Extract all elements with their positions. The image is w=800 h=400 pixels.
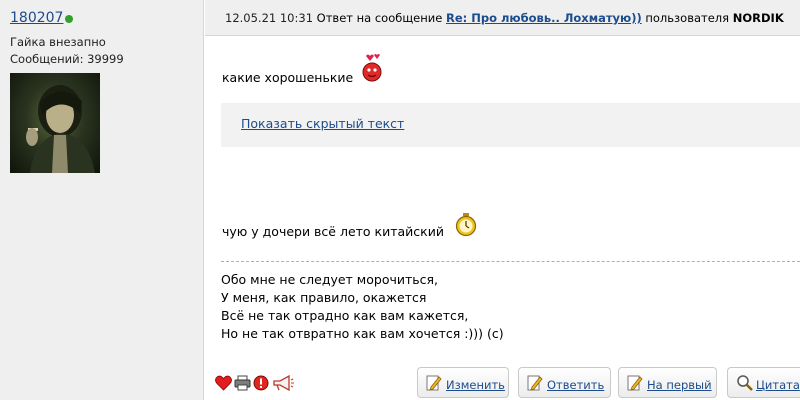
edit-button[interactable]: Изменить [417,367,509,398]
avatar[interactable] [10,73,100,173]
reply-to-link[interactable]: Re: Про любовь.. Лохматую)) [446,11,642,25]
signature-line: Но не так отвратно как вам хочется :))) … [221,326,504,341]
clock-smiley-icon [455,213,477,241]
post-text-line-2: чую у дочери всё лето китайский [222,224,444,239]
signature: Обо мне не следует морочиться, У меня, к… [221,271,504,343]
to-first-button-label: На первый [647,378,712,392]
user-prefix: пользователя [645,11,730,25]
warning-icon[interactable] [253,375,269,395]
show-hidden-text-link[interactable]: Показать скрытый текст [241,116,404,131]
megaphone-icon[interactable] [272,374,294,395]
to-first-button[interactable]: На первый [618,367,717,398]
quote-icon [736,374,754,395]
reply-prefix: Ответ на сообщение [316,11,443,25]
signature-line: Всё не так отрадно как вам кажется, [221,308,469,323]
love-smiley-icon [360,53,384,87]
user-title: Гайка внезапно [10,35,106,49]
edit-button-label: Изменить [446,378,505,392]
signature-divider [221,261,800,262]
post-header: 12.05.21 10:31 Ответ на сообщение Re: Пр… [205,0,800,36]
to-first-icon [627,374,643,395]
user-post-count: Сообщений: 39999 [10,52,124,66]
reply-button-label: Ответить [547,378,605,392]
signature-line: Обо мне не следует морочиться, [221,272,438,287]
heart-icon[interactable] [215,375,232,395]
reply-button[interactable]: Ответить [518,367,611,398]
print-icon[interactable] [234,375,251,395]
user-panel: 180207 Гайка внезапно Сообщений: 39999 [0,0,204,400]
signature-line: У меня, как правило, окажется [221,290,427,305]
post-actions-bar: Изменить Ответить На первый Цитата [205,367,800,400]
reply-author: NORDIK [732,11,784,25]
post-text-line-1: какие хорошенькие [222,70,354,85]
reply-icon [527,374,543,395]
username-link[interactable]: 180207 [10,10,63,26]
spoiler-box: Показать скрытый текст [221,103,800,147]
quote-button-label: Цитата [756,378,800,392]
edit-icon [426,374,442,395]
post-datetime: 12.05.21 10:31 [225,11,314,25]
quote-button[interactable]: Цитата [727,367,800,398]
online-status-icon [65,15,73,23]
post-body: какие хорошенькие Показать скрытый текст… [205,37,800,367]
